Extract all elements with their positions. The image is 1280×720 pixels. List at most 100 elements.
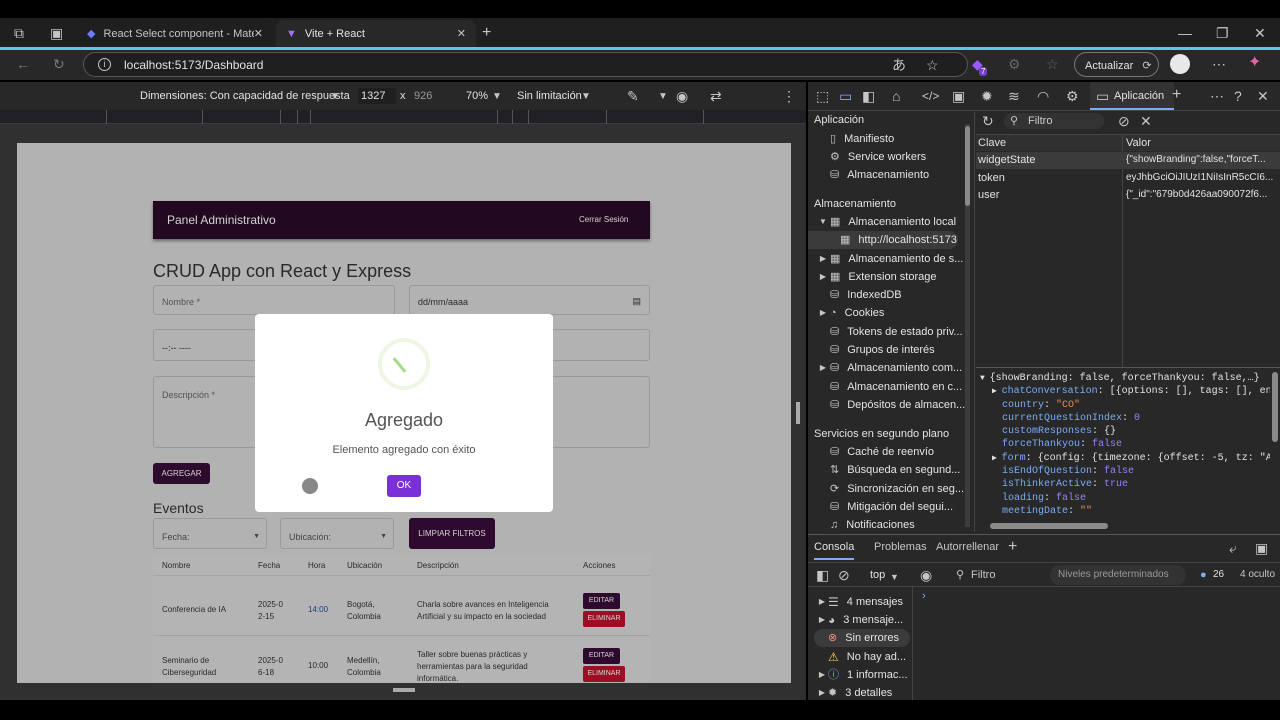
caret-down-icon[interactable]: ▼ [890, 570, 899, 584]
browser-tab-vite[interactable]: ▼ Vite + React ✕ [276, 20, 476, 48]
device-mode-icon[interactable]: ▭ [839, 89, 852, 103]
sidebar-item-shared-storage[interactable]: ▶ ⛁ Almacenamiento com... [816, 359, 962, 377]
add-drawer-tab-icon[interactable]: + [1008, 539, 1017, 555]
height-input[interactable]: 926 [411, 88, 449, 104]
sidebar-item-cookies[interactable]: ▶ ◔ Cookies [816, 304, 884, 322]
throttle-select[interactable]: Sin limitación [517, 90, 582, 102]
preview-line[interactable]: ▶ form: {config: {timezone: {offset: -5,… [980, 452, 1270, 465]
sidebar-item-storage-buckets[interactable]: ⛁ Depósitos de almacen... [830, 396, 965, 414]
sidebar-item-background-fetch[interactable]: ⇅ Búsqueda en segund... [830, 461, 960, 479]
minimize-icon[interactable]: — [1178, 26, 1192, 40]
resize-handle-bottom[interactable] [393, 688, 415, 692]
copilot-icon[interactable]: ✦ [1248, 55, 1261, 71]
console-sidebar-user-messages[interactable]: ▶ ◕ 3 mensaje... [816, 611, 903, 629]
reload-icon[interactable]: ↻ [53, 57, 65, 71]
elements-icon[interactable]: </> [922, 89, 939, 103]
rotate-icon[interactable]: ⇄ [710, 89, 722, 103]
sidebar-item-manifest[interactable]: ▯ Manifiesto [830, 130, 894, 148]
add-tab-icon[interactable]: + [1172, 87, 1181, 103]
preview-root[interactable]: ▼ {showBranding: false, forceThankyou: f… [980, 372, 1270, 385]
bookmark-star-icon[interactable]: ☆ [926, 58, 939, 72]
sidebar-item-extension-storage[interactable]: ▶ ▦ Extension storage [816, 268, 937, 286]
help-icon[interactable]: ? [1234, 89, 1242, 103]
clear-all-icon[interactable]: ⊘ [1118, 114, 1130, 128]
eye-icon[interactable]: ◉ [920, 568, 932, 582]
sidebar-item-cache-storage[interactable]: ⛁ Almacenamiento en c... [830, 378, 962, 396]
drawer-tab-issues[interactable]: Problemas [874, 541, 927, 553]
bug-icon[interactable]: ✹ [981, 89, 993, 103]
sidebar-item-service-workers[interactable]: ⚙ Service workers [830, 148, 926, 166]
clear-console-icon[interactable]: ⊘ [838, 568, 850, 582]
sidebar-item-private-state-tokens[interactable]: ⛁ Tokens de estado priv... [830, 323, 963, 341]
preview-line[interactable]: ▶ chatConversation: [{options: [], tags:… [980, 385, 1270, 398]
sidebar-item-bounce-tracking[interactable]: ⛁ Mitigación del segui... [830, 498, 953, 516]
url-text[interactable]: localhost:5173/Dashboard [124, 58, 263, 72]
console-prompt-icon[interactable]: › [922, 590, 926, 602]
caret-down-icon[interactable]: ▼ [658, 90, 668, 104]
gear-icon[interactable]: ⚙ [1066, 89, 1079, 103]
home-icon[interactable]: ⌂ [892, 89, 900, 103]
favorites-icon[interactable]: ☆ [1046, 57, 1059, 71]
console-sidebar-warnings[interactable]: ⚠ No hay ad... [828, 648, 906, 666]
resize-handle-right[interactable] [796, 402, 800, 424]
tab-actions-icon[interactable]: ▣ [50, 26, 63, 40]
tab-application[interactable]: ▭ Aplicación [1090, 82, 1174, 110]
performance-icon[interactable]: ◠ [1037, 89, 1049, 103]
close-icon[interactable]: ✕ [254, 27, 263, 41]
dock-icon[interactable]: ◧ [862, 89, 875, 103]
new-tab-icon[interactable]: + [482, 25, 491, 41]
window-close-icon[interactable]: ✕ [1254, 26, 1266, 40]
console-sidebar-info[interactable]: ▶ ⓘ 1 informac... [816, 666, 908, 684]
update-button[interactable]: Actualizar ⟳ [1074, 52, 1159, 77]
sidebar-item-interest-groups[interactable]: ⛁ Grupos de interés [830, 341, 935, 359]
refresh-icon[interactable]: ↻ [982, 114, 994, 128]
workspaces-icon[interactable]: ⧉ [14, 26, 24, 40]
console-sidebar-messages[interactable]: ▶ ☰ 4 mensajes [816, 593, 903, 611]
console-filter-input[interactable]: Filtro [971, 569, 995, 581]
zoom-select[interactable]: 70% [466, 90, 488, 102]
width-input[interactable]: 1327 [358, 88, 396, 104]
caret-down-icon[interactable]: ▼ [492, 90, 502, 104]
drawer-tab-console[interactable]: Consola [814, 541, 855, 560]
log-levels-select[interactable]: Niveles predeterminados [1050, 565, 1186, 585]
back-icon[interactable]: ← [16, 57, 30, 71]
storage-row[interactable]: user {"_id":"679b0d426aa090072f6... [976, 187, 1280, 204]
close-devtools-icon[interactable]: ✕ [1257, 89, 1269, 103]
maximize-icon[interactable]: ❐ [1216, 26, 1229, 40]
caret-down-icon[interactable]: ▼ [330, 90, 340, 104]
inspect-icon[interactable]: ⬚ [816, 89, 829, 103]
storage-filter-input[interactable]: ⚲ Filtro [1004, 113, 1104, 129]
browser-tab-react-select[interactable]: ◆ React Select component - Materi ✕ [77, 20, 273, 48]
info-icon[interactable]: i [98, 58, 111, 71]
context-select[interactable]: top [870, 569, 885, 581]
console-sidebar-errors[interactable]: ⊗ Sin errores [814, 629, 910, 647]
wifi-icon[interactable]: ≋ [1008, 89, 1020, 103]
close-icon[interactable]: ✕ [457, 27, 466, 41]
puzzle-icon[interactable]: ⚙ [1008, 57, 1021, 71]
drawer-close-icon[interactable]: ▣ [1255, 541, 1268, 555]
sidebar-item-storage[interactable]: ⛁ Almacenamiento [830, 166, 929, 184]
sidebar-item-indexeddb[interactable]: ⛁ IndexedDB [830, 286, 902, 304]
address-bar[interactable]: i localhost:5173/Dashboard あ ☆ [83, 52, 968, 77]
caret-down-icon[interactable]: ▼ [581, 90, 591, 104]
storage-row[interactable]: token eyJhbGciOiJIUzI1NiIsInR5cCI6... [976, 170, 1280, 187]
sidebar-item-notifications[interactable]: ♫ Notificaciones [830, 516, 915, 532]
avatar[interactable] [1170, 54, 1190, 74]
delete-selected-icon[interactable]: ✕ [1140, 114, 1152, 128]
storage-row[interactable]: widgetState {"showBranding":false,"force… [976, 152, 1280, 169]
more-icon[interactable]: ⋯ [1210, 89, 1224, 103]
menu-dots-icon[interactable]: ⋯ [1212, 57, 1226, 71]
console-icon[interactable]: ▣ [952, 89, 965, 103]
sidebar-scrollbar[interactable] [965, 124, 970, 527]
sidebar-item-local-storage[interactable]: ▼ ▦ Almacenamiento local [816, 213, 956, 231]
more-options-icon[interactable]: ⋮ [782, 89, 796, 103]
ok-button[interactable]: OK [387, 475, 421, 497]
sidebar-toggle-icon[interactable]: ◧ [816, 568, 829, 582]
preview-scrollbar[interactable] [1272, 372, 1278, 442]
issues-count[interactable]: 26 [1213, 569, 1224, 580]
eye-icon[interactable]: ◉ [676, 89, 688, 103]
drawer-tab-autofill[interactable]: Autorrellenar [936, 541, 999, 553]
dimensions-select[interactable]: Dimensiones: Con capacidad de respuesta [140, 90, 350, 102]
sidebar-item-background-sync[interactable]: ⟳ Sincronización en seg... [830, 480, 964, 498]
undock-icon[interactable]: ⤶ [1229, 541, 1237, 555]
